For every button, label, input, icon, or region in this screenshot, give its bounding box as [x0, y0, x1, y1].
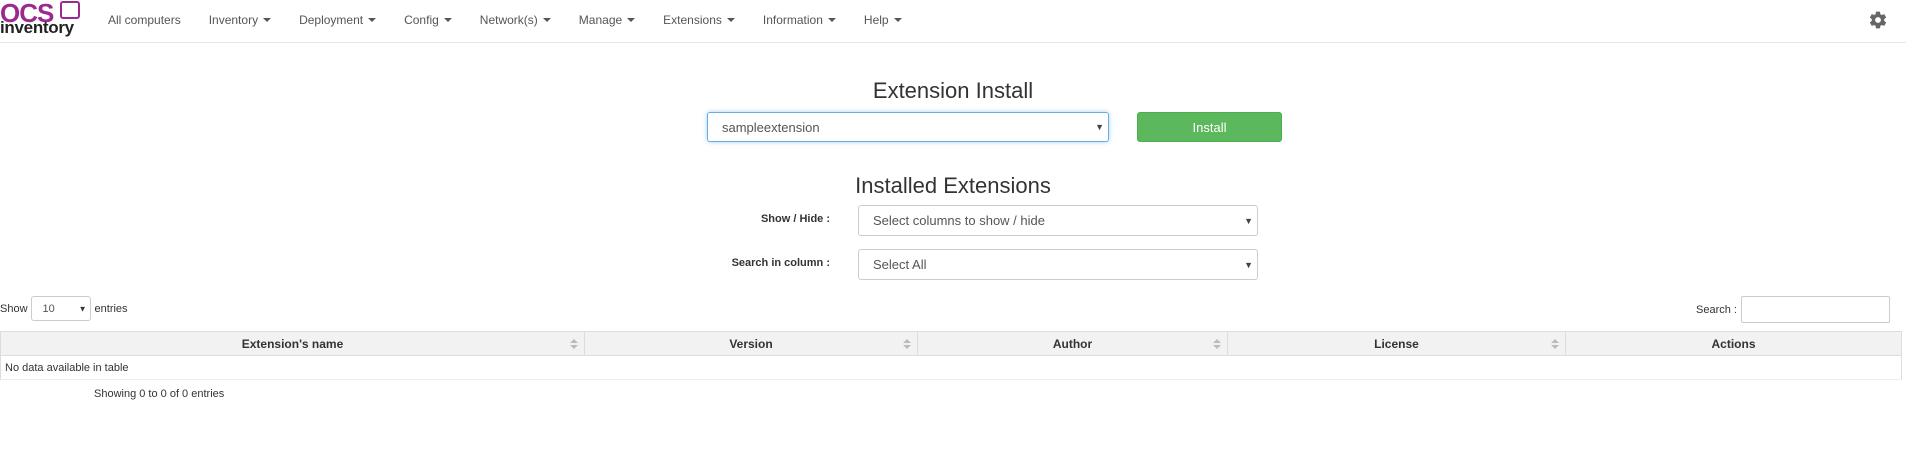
column-header-actions: Actions — [1711, 336, 1756, 351]
table-info: Showing 0 to 0 of 0 entries — [94, 388, 225, 400]
select-arrow-icon: ▼ — [1095, 122, 1104, 132]
caret-down-icon — [827, 18, 836, 22]
top-navbar: OCS inventory All computers Inventory De… — [0, 0, 1906, 43]
sort-icon — [903, 338, 911, 349]
table-search-control: Search : — [1696, 296, 1890, 323]
caret-down-icon — [443, 18, 452, 22]
search-in-column-select[interactable]: Select All ▼ — [858, 249, 1258, 280]
nav-extensions[interactable]: Extensions — [663, 13, 735, 27]
caret-down-icon — [893, 18, 902, 22]
nav-deployment[interactable]: Deployment — [299, 13, 377, 27]
select-arrow-icon: ▼ — [1244, 259, 1253, 270]
show-hide-select-value: Select columns to show / hide — [873, 213, 1045, 228]
column-header-author[interactable]: Author — [918, 332, 1228, 355]
extension-install-title: Extension Install — [872, 78, 1034, 103]
nav-all-computers[interactable]: All computers — [108, 13, 181, 27]
extension-select-value: sampleextension — [722, 119, 820, 135]
caret-down-icon — [263, 18, 272, 22]
extension-select[interactable]: sampleextension ▼ — [707, 112, 1109, 142]
table-empty-row: No data available in table — [0, 356, 1902, 380]
installed-extensions-title: Installed Extensions — [855, 173, 1051, 198]
search-label: Search : — [1696, 303, 1737, 316]
sort-icon — [570, 338, 578, 349]
select-arrow-icon: ▼ — [1244, 215, 1253, 226]
empty-table-message: No data available in table — [5, 361, 129, 374]
search-in-column-label: Search in column : — [731, 257, 830, 269]
select-arrow-icon: ▼ — [78, 304, 87, 313]
page-length-value: 10 — [42, 302, 55, 315]
nav-inventory[interactable]: Inventory — [209, 13, 272, 27]
table-header: Extension's name Version Author License … — [0, 331, 1902, 356]
main-nav: All computers Inventory Deployment Confi… — [108, 0, 930, 40]
caret-down-icon — [726, 18, 735, 22]
column-header-license[interactable]: License — [1228, 332, 1566, 355]
search-column-select-value: Select All — [873, 257, 927, 272]
show-label: Show — [0, 302, 28, 315]
show-hide-label: Show / Hide : — [760, 213, 830, 225]
logo-box-icon — [60, 1, 80, 19]
caret-down-icon — [542, 18, 551, 22]
logo-text-bottom: inventory — [0, 18, 74, 37]
sort-icon — [1551, 338, 1559, 349]
nav-information[interactable]: Information — [763, 13, 836, 27]
sort-icon — [1213, 338, 1221, 349]
entries-label: entries — [94, 302, 128, 315]
extensions-table: Extension's name Version Author License … — [0, 331, 1902, 380]
nav-config[interactable]: Config — [404, 13, 452, 27]
nav-help[interactable]: Help — [864, 13, 902, 27]
install-button[interactable]: Install — [1137, 112, 1282, 142]
nav-networks[interactable]: Network(s) — [480, 13, 551, 27]
column-header-version[interactable]: Version — [585, 332, 918, 355]
show-hide-columns-select[interactable]: Select columns to show / hide ▼ — [858, 205, 1258, 236]
column-header-extension-name[interactable]: Extension's name — [1, 332, 585, 355]
ocs-inventory-logo[interactable]: OCS inventory — [0, 0, 84, 38]
nav-manage[interactable]: Manage — [579, 13, 636, 27]
gear-icon[interactable] — [1868, 10, 1888, 30]
table-search-input[interactable] — [1740, 296, 1890, 323]
caret-down-icon — [627, 18, 636, 22]
table-length-control: Show 10 ▼ entries — [0, 296, 128, 321]
caret-down-icon — [368, 18, 377, 22]
page-length-select[interactable]: 10 ▼ — [30, 296, 91, 321]
